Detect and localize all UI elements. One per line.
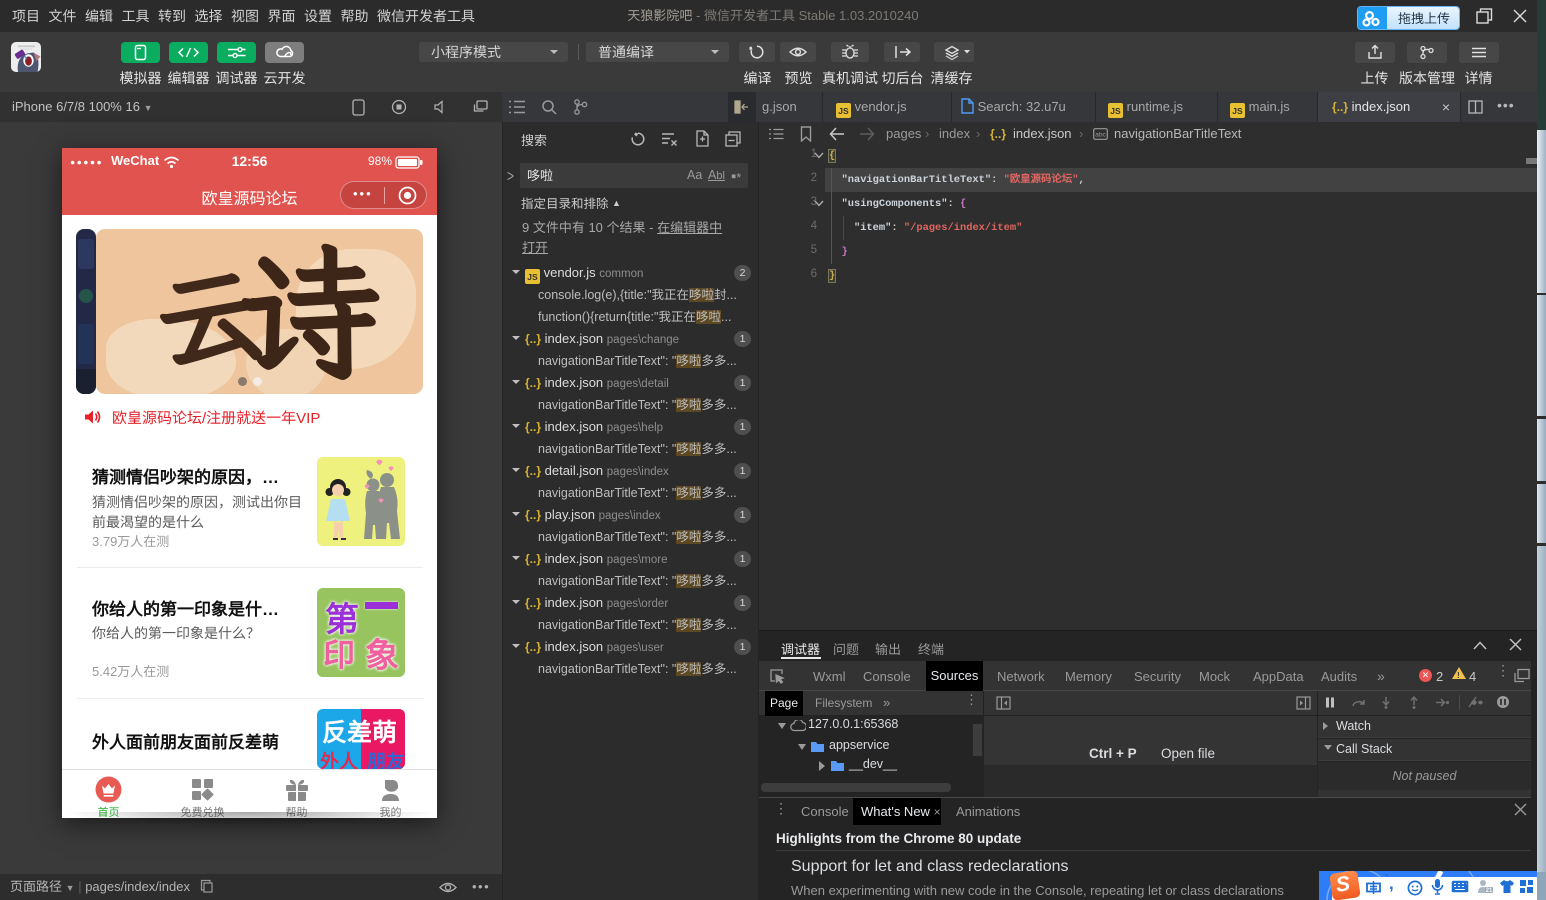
svg-text:21: 21 xyxy=(1486,888,1493,894)
svg-text:abc: abc xyxy=(1095,132,1106,139)
